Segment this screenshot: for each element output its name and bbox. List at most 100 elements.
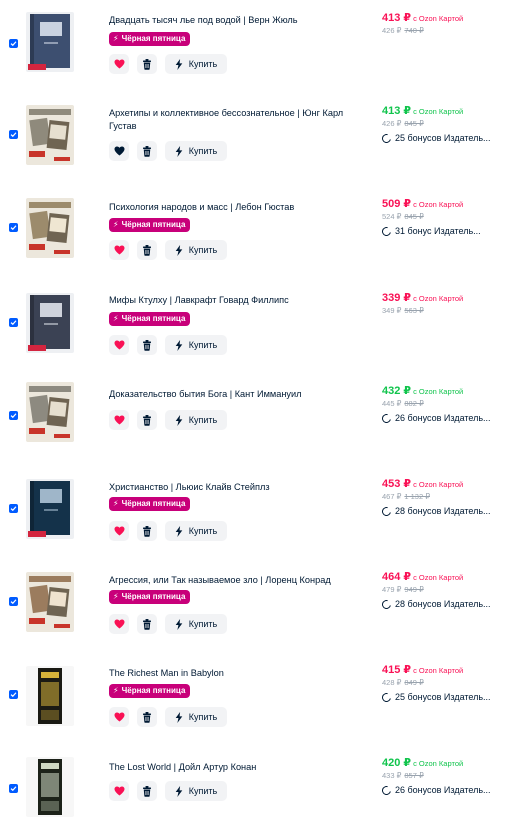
- buy-button[interactable]: Купить: [165, 335, 227, 355]
- price-value: 415 ₽: [382, 664, 412, 676]
- item-actions: Купить: [109, 240, 227, 260]
- old-price: 882 ₽: [404, 399, 424, 408]
- buy-button[interactable]: Купить: [165, 614, 227, 634]
- heart-icon: [114, 340, 124, 350]
- favorite-button[interactable]: [109, 707, 129, 727]
- book-cover[interactable]: [26, 666, 74, 726]
- base-price: 428 ₽: [382, 678, 402, 687]
- old-price: 857 ₽: [404, 771, 424, 780]
- book-cover[interactable]: [26, 12, 74, 72]
- delete-button[interactable]: [137, 614, 157, 634]
- bonus-icon: [380, 598, 393, 611]
- lightning-icon: ⚡: [113, 499, 119, 508]
- bonus-icon: [380, 225, 393, 238]
- badge-label: Чёрная пятница: [121, 34, 186, 43]
- favorite-button[interactable]: [109, 141, 129, 161]
- delete-button[interactable]: [137, 410, 157, 430]
- item-checkbox[interactable]: [9, 784, 18, 793]
- book-cover[interactable]: [26, 198, 74, 258]
- bonus-info[interactable]: 28 бонусов Издатель...: [380, 598, 491, 611]
- old-price: 845 ₽: [404, 119, 424, 128]
- delete-button[interactable]: [137, 707, 157, 727]
- item-checkbox[interactable]: [9, 130, 18, 139]
- book-cover[interactable]: [26, 572, 74, 632]
- item-title[interactable]: Архетипы и коллективное бессознательное …: [109, 107, 354, 132]
- heart-icon: [114, 415, 124, 425]
- price-value: 339 ₽: [382, 292, 412, 304]
- buy-button[interactable]: Купить: [165, 240, 227, 260]
- bonus-info[interactable]: 25 бонусов Издатель...: [380, 132, 491, 145]
- price-value: 509 ₽: [382, 198, 412, 210]
- favorite-button[interactable]: [109, 781, 129, 801]
- delete-button[interactable]: [137, 54, 157, 74]
- item-title[interactable]: Доказательство бытия Бога | Кант Иммануи…: [109, 388, 354, 401]
- regular-price: 433 ₽857 ₽: [382, 771, 424, 781]
- item-title[interactable]: Христианство | Льюис Клайв Стейплз: [109, 481, 354, 494]
- book-cover[interactable]: [26, 479, 74, 539]
- book-cover[interactable]: [26, 757, 74, 817]
- base-price: 524 ₽: [382, 212, 402, 221]
- item-title[interactable]: The Lost World | Дойл Артур Конан: [109, 761, 354, 774]
- base-price: 426 ₽: [382, 26, 402, 35]
- item-title[interactable]: Двадцать тысяч лье под водой | Верн Жюль: [109, 14, 354, 27]
- bonus-info[interactable]: 28 бонусов Издатель...: [380, 505, 491, 518]
- card-price: 339 ₽ с Ozon Картой: [382, 292, 463, 305]
- delete-button[interactable]: [137, 521, 157, 541]
- book-cover[interactable]: [26, 105, 74, 165]
- favorite-button[interactable]: [109, 521, 129, 541]
- delete-button[interactable]: [137, 335, 157, 355]
- buy-button[interactable]: Купить: [165, 141, 227, 161]
- delete-button[interactable]: [137, 781, 157, 801]
- buy-button[interactable]: Купить: [165, 54, 227, 74]
- favorite-button[interactable]: [109, 54, 129, 74]
- item-checkbox[interactable]: [9, 504, 18, 513]
- black-friday-badge: ⚡ Чёрная пятница: [109, 218, 191, 232]
- buy-button[interactable]: Купить: [165, 521, 227, 541]
- old-price: 563 ₽: [404, 306, 424, 315]
- lightning-icon: [175, 711, 183, 723]
- item-checkbox[interactable]: [9, 411, 18, 420]
- delete-button[interactable]: [137, 240, 157, 260]
- ozon-card-label: с Ozon Картой: [413, 666, 464, 675]
- cart-item: The Lost World | Дойл Артур Конан Купить…: [0, 744, 520, 837]
- item-title[interactable]: The Richest Man in Babylon: [109, 667, 354, 680]
- bonus-info[interactable]: 25 бонусов Издатель...: [380, 691, 491, 704]
- heart-icon: [114, 786, 124, 796]
- favorite-button[interactable]: [109, 335, 129, 355]
- item-checkbox[interactable]: [9, 39, 18, 48]
- favorite-button[interactable]: [109, 614, 129, 634]
- base-price: 349 ₽: [382, 306, 402, 315]
- heart-icon: [114, 245, 124, 255]
- item-title[interactable]: Психология народов и масс | Лебон Гюстав: [109, 201, 354, 214]
- item-title[interactable]: Мифы Ктулху | Лавкрафт Говард Филлипс: [109, 294, 354, 307]
- old-price: 845 ₽: [404, 212, 424, 221]
- bonus-info[interactable]: 31 бонус Издатель...: [380, 225, 481, 238]
- lightning-icon: [175, 525, 183, 537]
- card-price: 432 ₽ с Ozon Картой: [382, 385, 463, 398]
- item-checkbox[interactable]: [9, 597, 18, 606]
- buy-label: Купить: [188, 619, 218, 629]
- delete-button[interactable]: [137, 141, 157, 161]
- book-cover[interactable]: [26, 382, 74, 442]
- item-checkbox[interactable]: [9, 223, 18, 232]
- item-actions: Купить: [109, 335, 227, 355]
- favorite-button[interactable]: [109, 240, 129, 260]
- trash-icon: [143, 618, 151, 630]
- buy-label: Купить: [188, 415, 218, 425]
- bonus-info[interactable]: 26 бонусов Издатель...: [380, 784, 491, 797]
- bonus-info[interactable]: 26 бонусов Издатель...: [380, 412, 491, 425]
- item-checkbox[interactable]: [9, 690, 18, 699]
- base-price: 426 ₽: [382, 119, 402, 128]
- cart-item: The Richest Man in Babylon ⚡ Чёрная пятниц…: [0, 651, 520, 744]
- buy-button[interactable]: Купить: [165, 707, 227, 727]
- black-friday-badge: ⚡ Чёрная пятница: [109, 312, 191, 326]
- item-checkbox[interactable]: [9, 318, 18, 327]
- buy-button[interactable]: Купить: [165, 781, 227, 801]
- book-cover[interactable]: [26, 293, 74, 353]
- black-friday-badge: ⚡ Чёрная пятница: [109, 32, 191, 46]
- item-title[interactable]: Агрессия, или Так называемое зло | Лорен…: [109, 574, 354, 587]
- lightning-icon: [175, 618, 183, 630]
- buy-button[interactable]: Купить: [165, 410, 227, 430]
- favorite-button[interactable]: [109, 410, 129, 430]
- bonus-icon: [380, 691, 393, 704]
